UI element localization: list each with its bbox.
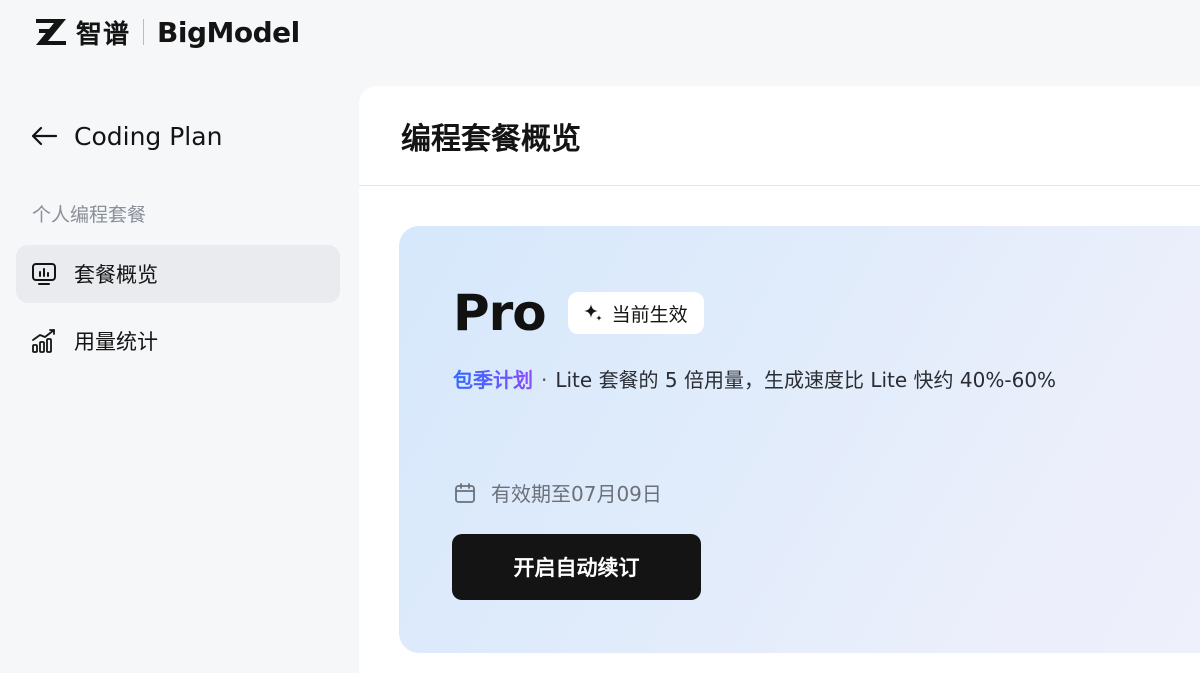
plan-name: Pro bbox=[453, 284, 547, 342]
main-panel: 编程套餐概览 Pro 当前生效 包季计划 · Lite 套餐的 5 倍用量，生成速度… bbox=[359, 86, 1200, 673]
brand-name-en: BigModel bbox=[157, 15, 300, 49]
zhipu-logo-icon bbox=[36, 19, 66, 45]
usage-chart-icon bbox=[32, 329, 55, 353]
sidebar-item-usage-stats[interactable]: 用量统计 bbox=[16, 312, 340, 370]
plan-card: Pro 当前生效 包季计划 · Lite 套餐的 5 倍用量，生成速度比 Lite … bbox=[399, 226, 1200, 653]
plan-description: 包季计划 · Lite 套餐的 5 倍用量，生成速度比 Lite 快约 40%-60… bbox=[453, 364, 1056, 393]
brand-divider bbox=[143, 19, 145, 45]
section-label: 个人编程套餐 bbox=[32, 204, 147, 226]
back-title: Coding Plan bbox=[74, 121, 223, 151]
plan-type: 包季计划 bbox=[453, 368, 533, 392]
arrow-left-icon bbox=[31, 126, 58, 146]
sparkle-icon bbox=[583, 304, 602, 321]
sidebar-item-label: 用量统计 bbox=[74, 330, 158, 354]
back-button[interactable]: Coding Plan bbox=[30, 116, 222, 156]
main-header: 编程套餐概览 bbox=[359, 86, 1200, 186]
expiry-row: 有效期至07月09日 bbox=[453, 478, 662, 507]
sidebar-item-label: 套餐概览 bbox=[74, 263, 158, 287]
plan-description-text: Lite 套餐的 5 倍用量，生成速度比 Lite 快约 40%-60% bbox=[555, 368, 1057, 392]
status-text: 当前生效 bbox=[611, 303, 688, 326]
separator-dot: · bbox=[541, 368, 548, 392]
enable-auto-renew-button[interactable]: 开启自动续订 bbox=[452, 534, 701, 600]
calendar-icon bbox=[455, 482, 475, 503]
plan-header: Pro 当前生效 bbox=[453, 284, 704, 342]
page-title: 编程套餐概览 bbox=[401, 121, 581, 157]
top-bar: 智谱 BigModel bbox=[0, 0, 1200, 64]
sidebar: Coding Plan 个人编程套餐 套餐概览 用量统计 bbox=[0, 86, 358, 673]
brand-name-cn: 智谱 bbox=[76, 19, 131, 50]
sidebar-item-plan-overview[interactable]: 套餐概览 bbox=[16, 245, 340, 303]
expiry-date: 有效期至07月09日 bbox=[491, 482, 662, 506]
status-badge: 当前生效 bbox=[567, 292, 704, 334]
monitor-chart-icon bbox=[32, 263, 56, 285]
